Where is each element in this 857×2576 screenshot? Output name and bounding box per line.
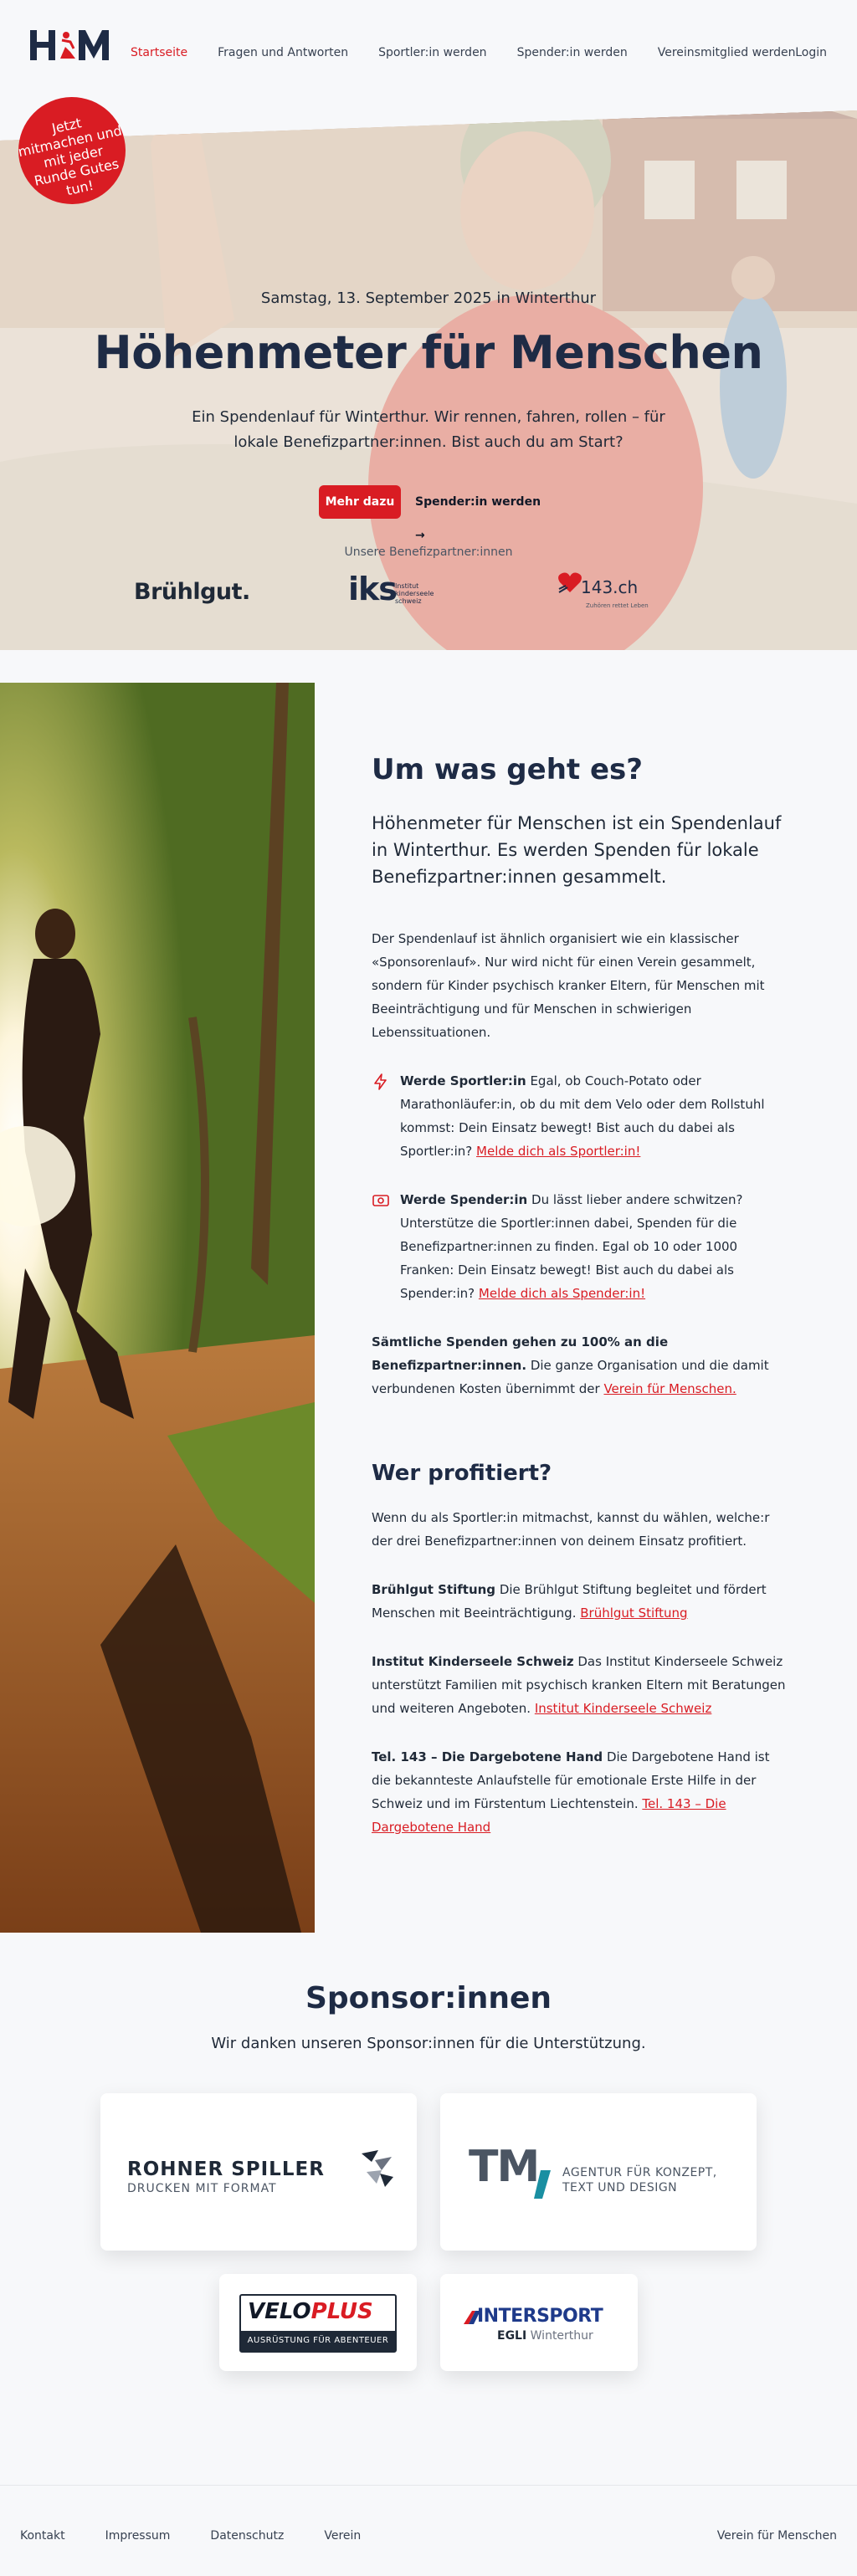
nav-item-faq[interactable]: Fragen und Antworten [218, 46, 348, 59]
signup-donor-link[interactable]: Melde dich als Spender:in! [479, 1286, 645, 1301]
about-paragraph: Der Spendenlauf ist ähnlich organisiert … [372, 931, 765, 1040]
donation-note: Sämtliche Spenden gehen zu 100% an die B… [372, 1330, 790, 1401]
footer-link-impressum[interactable]: Impressum [105, 2529, 171, 2543]
rohner-spiller-tagline: DRUCKEN MIT FORMAT [127, 2182, 277, 2195]
benefit-partner-tel143: Tel. 143 – Die Dargebotene Hand Die Darg… [372, 1745, 790, 1839]
runner-photo [0, 683, 315, 1933]
benefit-partner-kinderseele: Institut Kinderseele Schweiz Das Institu… [372, 1650, 790, 1720]
sponsor-card-intersport[interactable]: INTERSPORT EGLI Winterthur [440, 2274, 638, 2371]
feature-donor-text: Du lässt lieber andere schwitzen? Unters… [400, 1192, 743, 1301]
site-logo[interactable] [30, 28, 110, 64]
intersport-location: EGLI Winterthur [497, 2329, 593, 2343]
sponsors-title: Sponsor:innen [305, 1981, 552, 2015]
benefit-partner-name: Brühlgut Stiftung [372, 1582, 496, 1597]
tel143-logo[interactable]: 143.ch Zuhören rettet Leben [557, 569, 658, 619]
event-date: Samstag, 13. September 2025 in Winterthu… [260, 289, 597, 307]
kinderseele-line-1: Institut [395, 582, 419, 590]
footer-link-datenschutz[interactable]: Datenschutz [210, 2529, 284, 2543]
tm-mark: TM [469, 2142, 540, 2192]
veloplus-name-part-1: VELO [248, 2299, 311, 2324]
kinderseele-line-2: kinderseele [395, 590, 434, 597]
partners-caption: Unsere Benefizpartner:innen [344, 545, 513, 559]
about-lead: Höhenmeter für Menschen ist ein Spendenl… [372, 813, 782, 887]
sponsor-card-veloplus[interactable]: VELOPLUS AUSRÜSTUNG FÜR ABENTEUER [219, 2274, 417, 2371]
become-donor-button[interactable]: Spender:in werden → [415, 485, 549, 542]
kinderseele-link[interactable]: Institut Kinderseele Schweiz [535, 1701, 712, 1716]
signup-athlete-link[interactable]: Melde dich als Sportler:in! [476, 1144, 640, 1159]
about-content: Um was geht es? Höhenmeter für Menschen … [372, 753, 790, 1864]
sponsors-section: Sponsor:innen Wir danken unseren Sponsor… [0, 1933, 857, 2485]
hero-description: Ein Spendenlauf für Winterthur. Wir renn… [192, 408, 665, 451]
kinderseele-logo[interactable]: iks Institut kinderseele schweiz [348, 571, 449, 612]
verein-link[interactable]: Verein für Menschen. [603, 1381, 736, 1396]
rohner-spiller-name: ROHNER SPILLER [127, 2159, 325, 2180]
runner-forest-image [0, 683, 315, 1933]
heart-icon [558, 572, 582, 593]
about-title: Um was geht es? [372, 753, 644, 786]
tm-tagline: AGENTUR FÜR KONZEPT, TEXT UND DESIGN [562, 2165, 717, 2195]
footer-link-kontakt[interactable]: Kontakt [20, 2529, 65, 2543]
kinderseele-wordmark: Institut kinderseele schweiz [395, 582, 434, 605]
kinderseele-mark: iks [348, 571, 398, 607]
tel143-tagline: Zuhören rettet Leben [586, 602, 649, 609]
tm-tagline-line-2: TEXT UND DESIGN [562, 2181, 678, 2194]
hero-overlay [0, 110, 857, 650]
bruehlgut-logo[interactable]: Brühlgut. [134, 579, 250, 605]
nav-item-vereinsmitglied[interactable]: Vereinsmitglied werden [658, 46, 796, 59]
tel143-name: 143.ch [581, 577, 639, 597]
kinderseele-line-3: schweiz [395, 597, 422, 605]
top-navigation: Startseite Fragen und Antworten Sportler… [0, 0, 857, 109]
sponsors-subtitle: Wir danken unseren Sponsor:innen für die… [211, 2035, 646, 2052]
benefit-title: Wer profitiert? [372, 1461, 552, 1486]
tm-tagline-line-1: AGENTUR FÜR KONZEPT, [562, 2166, 717, 2179]
feature-athlete: Werde Sportler:in Egal, ob Couch-Potato … [372, 1069, 790, 1163]
money-icon [372, 1195, 389, 1206]
hero-section: Samstag, 13. September 2025 in Winterthu… [0, 110, 857, 650]
footer-organization-link[interactable]: Verein für Menschen [717, 2529, 837, 2543]
more-info-button[interactable]: Mehr dazu [319, 485, 401, 519]
feature-athlete-title: Werde Sportler:in [400, 1073, 526, 1088]
footer-links: Kontakt Impressum Datenschutz Verein [20, 2529, 401, 2543]
nav-item-spender[interactable]: Spender:in werden [517, 46, 628, 59]
main-menu: Startseite Fragen und Antworten Sportler… [131, 46, 826, 59]
footer-link-verein[interactable]: Verein [324, 2529, 361, 2543]
benefit-partner-bruehlgut: Brühlgut Stiftung Die Brühlgut Stiftung … [372, 1578, 790, 1625]
nav-item-sportler[interactable]: Sportler:in werden [378, 46, 486, 59]
veloplus-name-part-2: PLUS [310, 2299, 373, 2324]
veloplus-logo: VELOPLUS AUSRÜSTUNG FÜR ABENTEUER [239, 2294, 397, 2353]
logo-icon [30, 30, 109, 60]
sponsor-card-rohner-spiller[interactable]: ROHNER SPILLER DRUCKEN MIT FORMAT [100, 2093, 417, 2251]
benefit-intro: Wenn du als Sportler:in mitmachst, kanns… [372, 1510, 770, 1549]
benefit-partner-name: Tel. 143 – Die Dargebotene Hand [372, 1749, 603, 1764]
sponsor-card-tm[interactable]: TM AGENTUR FÜR KONZEPT, TEXT UND DESIGN [440, 2093, 757, 2251]
nav-item-startseite[interactable]: Startseite [131, 46, 187, 59]
benefit-partner-name: Institut Kinderseele Schweiz [372, 1654, 574, 1669]
bolt-icon [374, 1073, 387, 1090]
feature-donor: Werde Spender:in Du lässt lieber andere … [372, 1188, 790, 1305]
veloplus-name: VELOPLUS [248, 2299, 373, 2324]
hero-title: Höhenmeter für Menschen [94, 326, 763, 379]
intersport-location-line-1: EGLI [497, 2329, 527, 2343]
tm-accent-icon [534, 2170, 551, 2199]
bruehlgut-link[interactable]: Brühlgut Stiftung [580, 1606, 687, 1621]
site-footer: Kontakt Impressum Datenschutz Verein Ver… [0, 2485, 857, 2576]
about-section: Um was geht es? Höhenmeter für Menschen … [0, 683, 857, 1933]
rohner-spiller-mark-icon [362, 2150, 393, 2187]
intersport-name: INTERSPORT [477, 2306, 603, 2327]
feature-donor-title: Werde Spender:in [400, 1192, 528, 1207]
intersport-location-line-2: Winterthur [530, 2329, 593, 2343]
veloplus-tagline: AUSRÜSTUNG FÜR ABENTEUER [241, 2331, 395, 2351]
login-link[interactable]: Login [795, 46, 827, 59]
